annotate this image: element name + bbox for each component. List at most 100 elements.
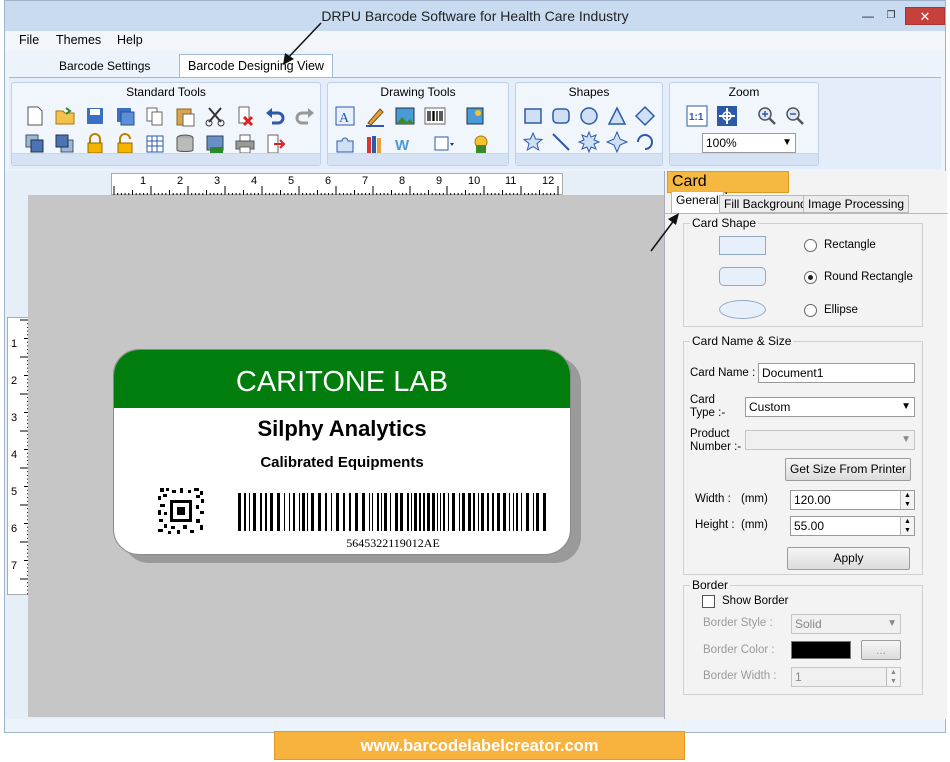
image-library-icon[interactable] (464, 105, 486, 127)
save-as-icon[interactable] (114, 105, 136, 127)
books-icon[interactable] (364, 133, 386, 155)
minimize-button[interactable]: — (860, 7, 876, 25)
barcode-bar (307, 493, 308, 531)
width-label: Width : (695, 493, 731, 505)
barcode-image[interactable] (238, 493, 548, 531)
menu-file[interactable]: File (19, 33, 39, 47)
border-width-spinner[interactable]: ▲ ▼ (886, 668, 900, 686)
undo-icon[interactable] (264, 105, 286, 127)
card-header[interactable]: CARITONE LAB (114, 350, 570, 408)
text-tool-icon[interactable]: A (334, 105, 356, 127)
fit-page-icon[interactable] (716, 105, 738, 127)
triangle-shape-icon[interactable] (606, 105, 628, 127)
card-name-input[interactable]: Document1 (758, 363, 915, 383)
height-input[interactable]: 55.00 ▲ ▼ (790, 516, 915, 536)
barcode-bar (270, 493, 273, 531)
lock-icon[interactable] (84, 133, 106, 155)
barcode-bar (536, 493, 539, 531)
tab-barcode-settings[interactable]: Barcode Settings (51, 55, 158, 77)
open-icon[interactable] (54, 105, 76, 127)
database-icon[interactable] (174, 133, 196, 155)
border-style-select[interactable]: Solid ▼ (791, 614, 901, 634)
menu-help[interactable]: Help (117, 33, 143, 47)
ruler-number: 5 (288, 175, 295, 187)
annotation-arrow (283, 22, 322, 65)
pencil-icon[interactable] (364, 105, 386, 127)
round-rectangle-shape-icon[interactable] (550, 105, 572, 127)
canvas[interactable]: CARITONE LAB Silphy Analytics Calibrated… (28, 195, 665, 717)
delete-icon[interactable] (234, 105, 256, 127)
width-input[interactable]: 120.00 ▲ ▼ (790, 490, 915, 510)
picture-icon[interactable] (394, 105, 416, 127)
diamond-shape-icon[interactable] (634, 105, 656, 127)
watermark-icon[interactable]: W (394, 133, 416, 155)
ellipse-radio[interactable] (804, 304, 817, 317)
four-point-star-icon[interactable] (606, 131, 628, 153)
barcode-bar (521, 493, 522, 531)
card-type-select[interactable]: Custom ▼ (745, 397, 915, 417)
actual-size-icon[interactable]: 1:1 (686, 105, 708, 127)
ellipse-shape-icon[interactable] (578, 105, 600, 127)
paste-icon[interactable] (174, 105, 196, 127)
cut-icon[interactable] (204, 105, 226, 127)
product-number-select[interactable]: ▼ (745, 430, 915, 450)
unlock-icon[interactable] (114, 133, 136, 155)
barcode-bar (437, 493, 438, 531)
height-spinner[interactable]: ▲ ▼ (900, 517, 914, 535)
website-banner[interactable]: www.barcodelabelcreator.com (274, 731, 685, 760)
star-shape-icon[interactable] (522, 131, 544, 153)
shape-dropdown-icon[interactable] (432, 133, 454, 155)
grid-icon[interactable] (144, 133, 166, 155)
copy-page-icon[interactable] (144, 105, 166, 127)
image-export-icon[interactable] (204, 133, 226, 155)
barcode-bar (299, 493, 300, 531)
barcode-bar (372, 493, 373, 531)
barcode-bar (311, 493, 314, 531)
round-rectangle-label: Round Rectangle (824, 271, 913, 283)
barcode-value-text[interactable]: 5645322119012AE (238, 536, 548, 551)
group-footer (12, 153, 320, 165)
border-width-input[interactable]: 1 ▲ ▼ (791, 667, 901, 687)
line-shape-icon[interactable] (550, 131, 572, 153)
burst-shape-icon[interactable] (578, 131, 600, 153)
arc-shape-icon[interactable] (634, 131, 656, 153)
barcode-tool-icon[interactable] (424, 105, 446, 127)
barcode-bar (253, 493, 256, 531)
save-icon[interactable] (84, 105, 106, 127)
width-spinner[interactable]: ▲ ▼ (900, 491, 914, 509)
qr-code[interactable] (158, 488, 204, 534)
zoom-out-icon[interactable] (784, 105, 806, 127)
barcode-card[interactable]: CARITONE LAB Silphy Analytics Calibrated… (113, 349, 571, 555)
card-subtitle[interactable]: Calibrated Equipments (114, 454, 570, 471)
menu-themes[interactable]: Themes (56, 33, 101, 47)
send-back-icon[interactable] (54, 133, 76, 155)
card-type-value: Custom (749, 400, 791, 414)
new-icon[interactable] (24, 105, 46, 127)
tab-image-processing[interactable]: Image Processing (803, 195, 910, 213)
redo-icon[interactable] (294, 105, 316, 127)
close-button[interactable]: ✕ (905, 7, 945, 25)
apply-button[interactable]: Apply (787, 547, 910, 570)
border-color-button[interactable]: ... (861, 640, 901, 660)
border-color-swatch[interactable] (791, 641, 851, 659)
maximize-button[interactable]: ❐ (883, 7, 899, 25)
puzzle-icon[interactable] (334, 133, 356, 155)
zoom-in-icon[interactable] (756, 105, 778, 127)
group-footer (328, 153, 508, 165)
round-rectangle-radio[interactable] (804, 271, 817, 284)
card-title[interactable]: Silphy Analytics (114, 416, 570, 442)
barcode-bar (516, 493, 518, 531)
tab-fill-background[interactable]: Fill Background (719, 195, 812, 213)
exit-icon[interactable] (264, 133, 286, 155)
get-size-from-printer-button[interactable]: Get Size From Printer (785, 458, 911, 481)
product-number-label-2: Number :- (690, 441, 742, 453)
symbol-dropdown-icon[interactable] (472, 133, 494, 155)
show-border-checkbox[interactable] (702, 595, 715, 608)
bring-front-icon[interactable] (24, 133, 46, 155)
border-width-value: 1 (795, 670, 802, 684)
print-icon[interactable] (234, 133, 256, 155)
zoom-select[interactable]: 100% ▼ (702, 133, 796, 153)
rectangle-shape-icon[interactable] (522, 105, 544, 127)
barcode-bar (513, 493, 514, 531)
rectangle-radio[interactable] (804, 239, 817, 252)
